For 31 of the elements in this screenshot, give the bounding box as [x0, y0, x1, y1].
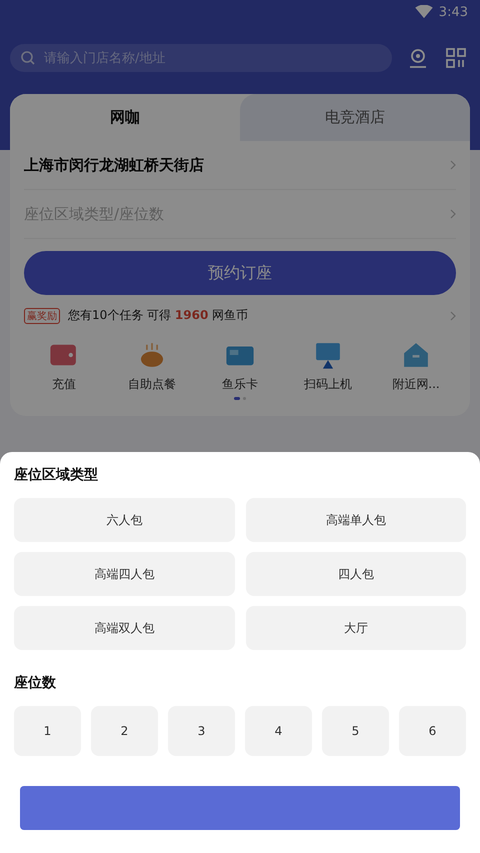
status-time: 3:43 — [438, 4, 468, 20]
book-button[interactable]: 预约订座 — [24, 251, 456, 295]
count-option[interactable]: 4 — [245, 706, 312, 756]
store-selector[interactable]: 上海市闵行龙湖虹桥天街店 — [24, 141, 456, 190]
chevron-right-icon — [450, 160, 456, 170]
count-option[interactable]: 1 — [14, 706, 81, 756]
shortcut-item[interactable]: 自助点餐 — [112, 338, 192, 393]
shortcut-item[interactable]: 鱼乐卡 — [200, 338, 280, 393]
chevron-right-icon — [450, 310, 456, 320]
zone-option[interactable]: 高端四人包 — [14, 552, 234, 596]
task-text: 您有10个任务 可得 1960 网鱼币 — [68, 307, 248, 324]
count-option[interactable]: 3 — [168, 706, 235, 756]
task-banner[interactable]: 赢奖励 您有10个任务 可得 1960 网鱼币 — [24, 307, 456, 324]
zone-option[interactable]: 六人包 — [14, 498, 234, 542]
chevron-right-icon — [450, 209, 456, 219]
shortcut-item[interactable]: 附近网... — [376, 338, 456, 393]
zone-option[interactable]: 高端单人包 — [246, 498, 466, 542]
count-option[interactable]: 6 — [399, 706, 466, 756]
section-title: 座位数 — [14, 674, 57, 692]
reward-tag: 赢奖励 — [24, 308, 60, 324]
wifi-icon — [414, 5, 433, 19]
zone-option[interactable]: 高端双人包 — [14, 606, 234, 650]
shortcut-item[interactable]: 充值 — [24, 338, 104, 393]
count-option[interactable]: 5 — [322, 706, 389, 756]
zone-option[interactable]: 大厅 — [246, 606, 466, 650]
section-title: 座位区域类型 — [14, 466, 99, 484]
zone-option[interactable]: 四人包 — [246, 552, 466, 596]
count-option[interactable]: 2 — [91, 706, 158, 756]
qr-scan-icon[interactable] — [444, 46, 468, 70]
search-icon — [20, 50, 36, 66]
shortcut-item[interactable]: 扫码上机 — [288, 338, 368, 393]
